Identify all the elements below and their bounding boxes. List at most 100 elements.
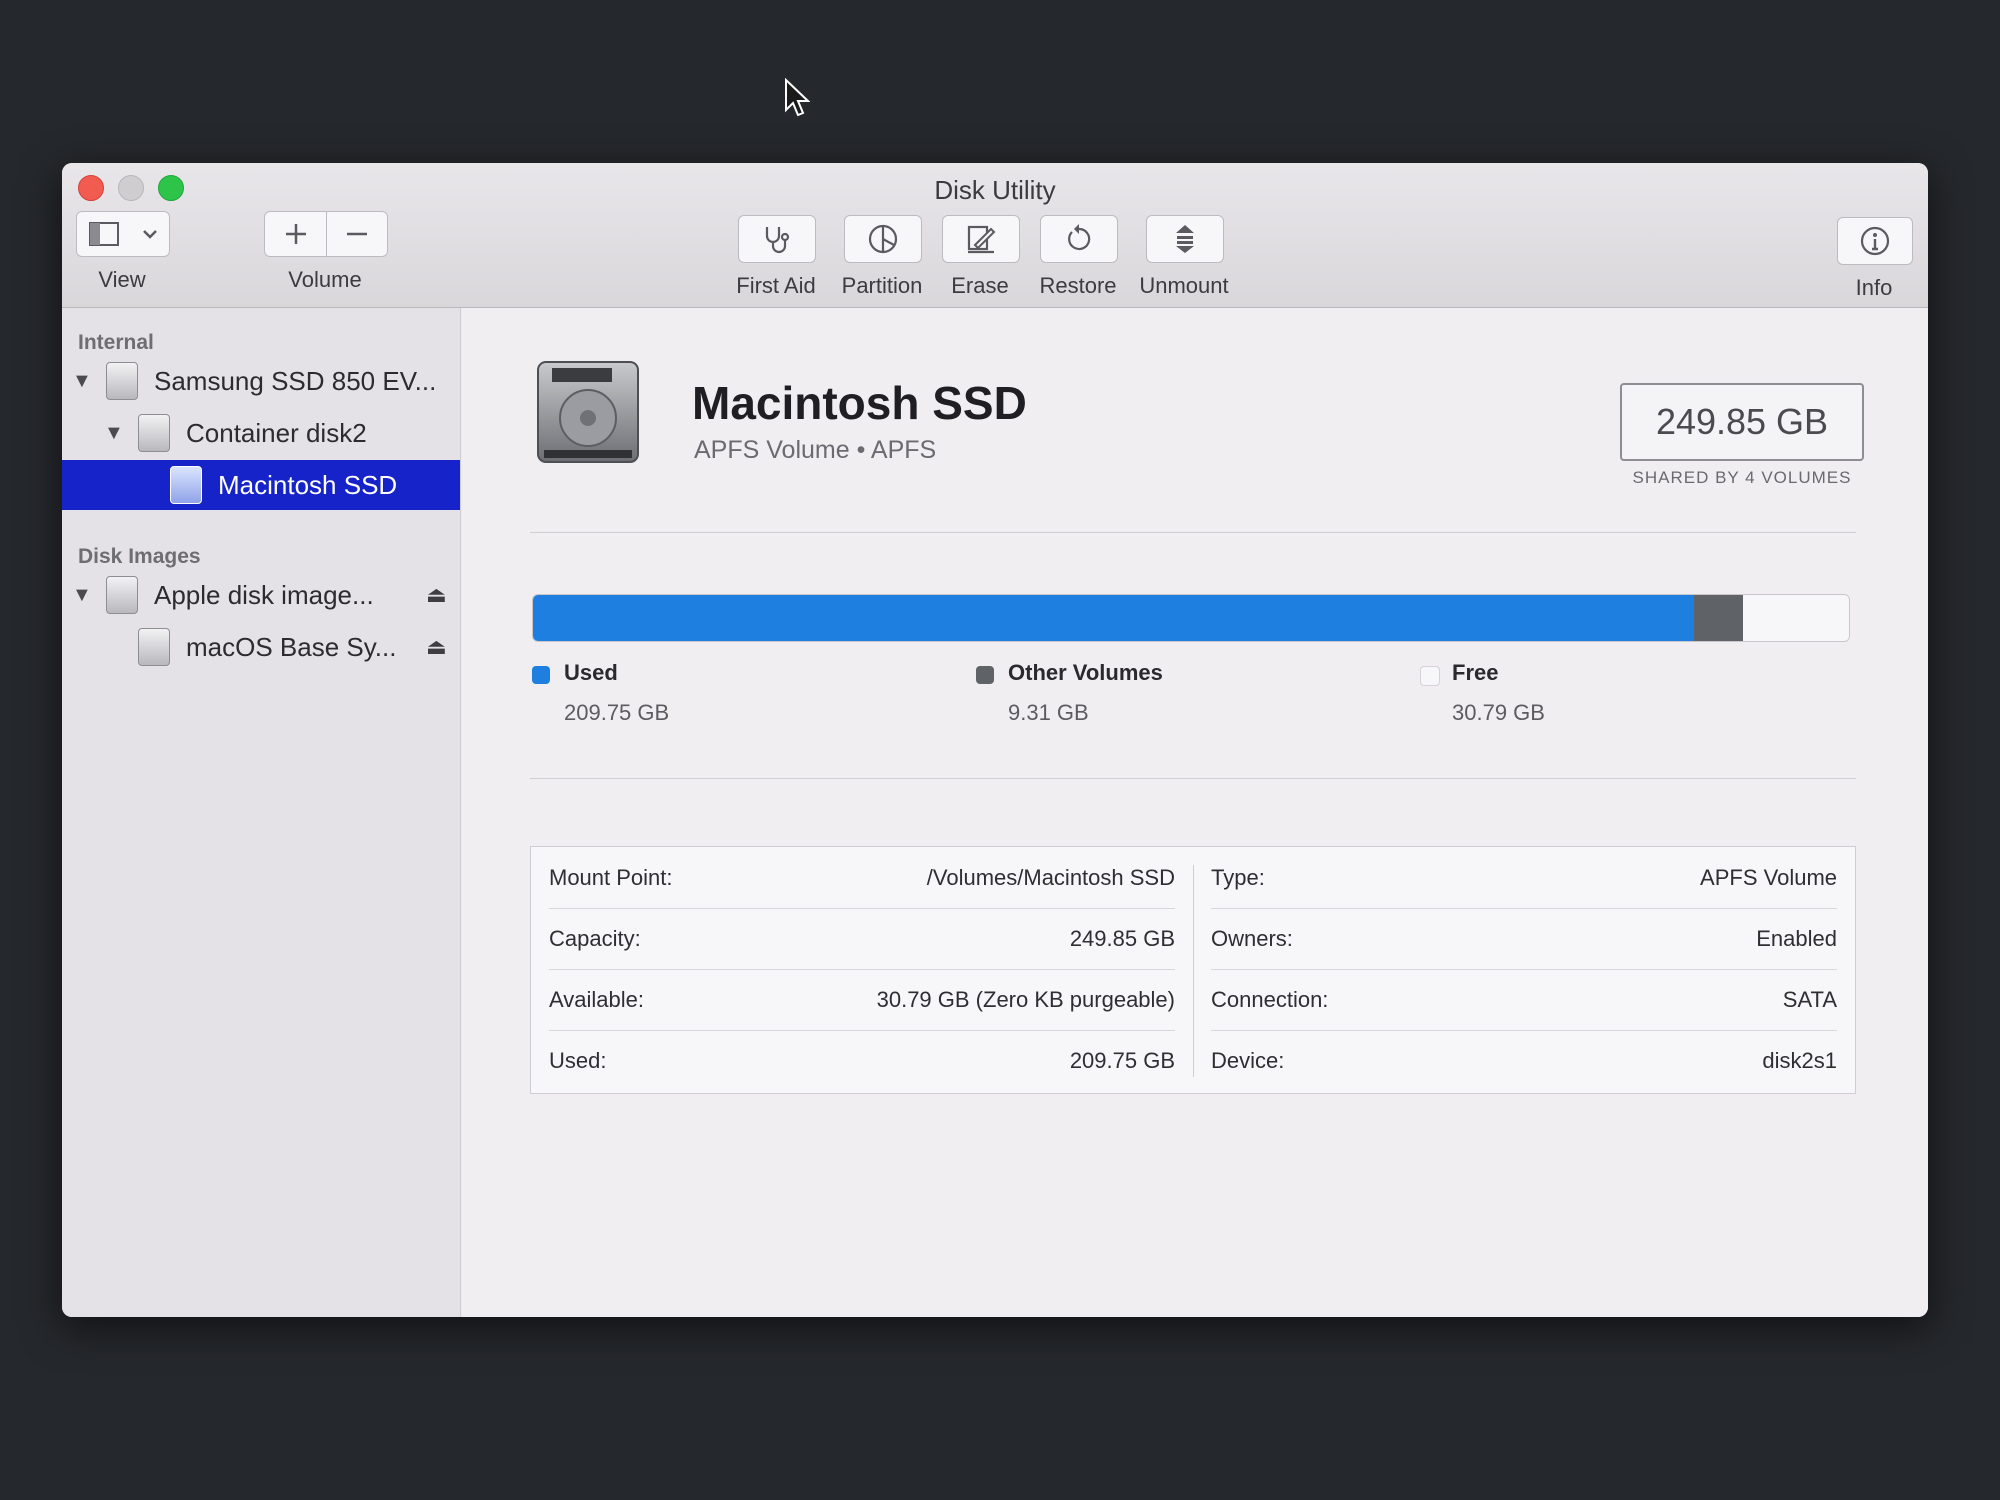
erase-button[interactable] [942,215,1020,263]
info-value: Enabled [1756,925,1837,951]
usage-bar-segment-other-volumes [1694,595,1743,641]
shared-volumes-note: SHARED BY 4 VOLUMES [1632,468,1852,487]
sidebar-item-label: macOS Base Sy... [186,631,397,662]
first-aid-button[interactable] [738,215,816,263]
eject-icon[interactable]: ⏏ [426,582,447,608]
sidebar-item-macos-base-system[interactable]: macOS Base Sy... ⏏ [62,622,460,672]
info-value: disk2s1 [1762,1047,1837,1073]
info-label: Connection: [1211,986,1329,1012]
info-label: Capacity: [549,925,641,951]
toolbar: Disk Utility View Volume First Aid Parti… [62,163,1928,308]
legend-swatch-other [976,666,994,684]
capacity-box: 249.85 GB [1620,383,1864,461]
sidebar-section-disk-images: Disk Images [78,545,201,568]
mouse-cursor-icon [785,78,810,117]
legend-swatch-used [532,666,550,684]
disk-image-icon [106,576,138,614]
info-row-used: Used: 209.75 GB [549,1030,1175,1091]
usage-divider [530,778,1856,779]
restore-label: Restore [1039,273,1117,298]
drive-icon [106,362,138,400]
volume-label: Volume [288,267,362,292]
sidebar-item-container-disk2[interactable]: ▼ Container disk2 [62,408,460,458]
info-row-type: Type: APFS Volume [1211,847,1837,909]
disclosure-triangle-icon[interactable]: ▼ [104,422,124,445]
volume-detail-pane: Macintosh SSD APFS Volume • APFS 249.85 … [462,308,1928,1317]
disclosure-triangle-icon[interactable]: ▼ [72,584,92,607]
sidebar-item-label: Apple disk image... [154,579,374,610]
sidebar: Internal ▼ Samsung SSD 850 EV... ▼ Conta… [62,308,461,1317]
info-value: 249.85 GB [1069,925,1175,951]
volume-subtitle: APFS Volume • APFS [694,436,937,464]
container-icon [138,414,170,452]
unmount-label: Unmount [1139,273,1229,298]
info-value: 209.75 GB [1069,1047,1175,1073]
info-label: Used: [549,1047,607,1073]
info-value: 30.79 GB (Zero KB purgeable) [876,986,1175,1012]
legend-swatch-free [1420,666,1440,686]
sidebar-item-label: Macintosh SSD [218,469,398,500]
info-value: APFS Volume [1700,864,1837,890]
usage-bar [532,594,1850,642]
legend-label: Other Volumes [1008,660,1163,685]
info-row-owners: Owners: Enabled [1211,908,1837,970]
plus-icon [286,224,306,244]
usage-bar-segment-free [1742,595,1849,641]
restore-icon [1068,224,1091,251]
info-row-connection: Connection: SATA [1211,969,1837,1031]
disk-image-icon [138,628,170,666]
info-label: Owners: [1211,925,1293,951]
view-button[interactable] [76,211,170,257]
sidebar-item-macintosh-ssd[interactable]: Macintosh SSD [62,460,460,510]
volume-icon [170,466,202,504]
info-row-device: Device: disk2s1 [1211,1030,1837,1091]
info-value: SATA [1782,986,1837,1012]
sidebar-section-internal: Internal [78,331,154,354]
first-aid-label: First Aid [736,273,816,298]
legend-value: 30.79 GB [1452,700,1545,725]
info-label: Device: [1211,1047,1285,1073]
info-label: Type: [1211,864,1265,890]
info-row-mount-point: Mount Point: /Volumes/Macintosh SSD [549,847,1175,909]
header-divider [530,532,1856,533]
info-button[interactable] [1837,217,1913,265]
window-title: Disk Utility [934,175,1056,205]
stethoscope-icon [765,227,790,254]
legend-label: Free [1452,660,1499,685]
sidebar-item-label: Container disk2 [186,417,367,448]
minus-icon [347,232,367,236]
legend-value: 209.75 GB [564,700,670,725]
add-volume-button[interactable] [264,211,328,257]
info-column-right: Type: APFS Volume Owners: Enabled Connec… [1193,847,1855,1093]
volume-info-table: Mount Point: /Volumes/Macintosh SSD Capa… [530,846,1856,1094]
sidebar-item-apple-disk-image[interactable]: ▼ Apple disk image... ⏏ [62,570,460,620]
info-value: /Volumes/Macintosh SSD [926,864,1175,890]
view-label: View [98,267,146,292]
sidebar-item-samsung-ssd[interactable]: ▼ Samsung SSD 850 EV... [62,356,460,406]
sidebar-icon [88,222,119,246]
sidebar-item-label: Samsung SSD 850 EV... [154,365,437,396]
unmount-button[interactable] [1146,215,1224,263]
restore-button[interactable] [1040,215,1118,263]
eject-icon[interactable]: ⏏ [426,634,447,660]
partition-button[interactable] [844,215,922,263]
legend-value: 9.31 GB [1008,700,1089,725]
usage-bar-segment-used [533,595,1695,641]
info-row-available: Available: 30.79 GB (Zero KB purgeable) [549,969,1175,1031]
disk-utility-window: Disk Utility View Volume First Aid Parti… [62,163,1928,1317]
info-label: Available: [549,986,644,1012]
hard-drive-icon [537,361,639,463]
info-label: Info [1855,275,1893,300]
erase-icon [967,225,996,254]
legend-label: Used [564,660,618,685]
disclosure-triangle-icon[interactable]: ▼ [72,370,92,393]
pie-icon [868,224,898,254]
unmount-icon [1176,225,1194,253]
info-column-left: Mount Point: /Volumes/Macintosh SSD Capa… [531,847,1193,1093]
remove-volume-button[interactable] [326,211,388,257]
info-row-capacity: Capacity: 249.85 GB [549,908,1175,970]
info-icon [1860,226,1890,256]
volume-name: Macintosh SSD [692,377,1027,429]
info-label: Mount Point: [549,864,673,890]
chevron-down-icon [142,230,157,239]
